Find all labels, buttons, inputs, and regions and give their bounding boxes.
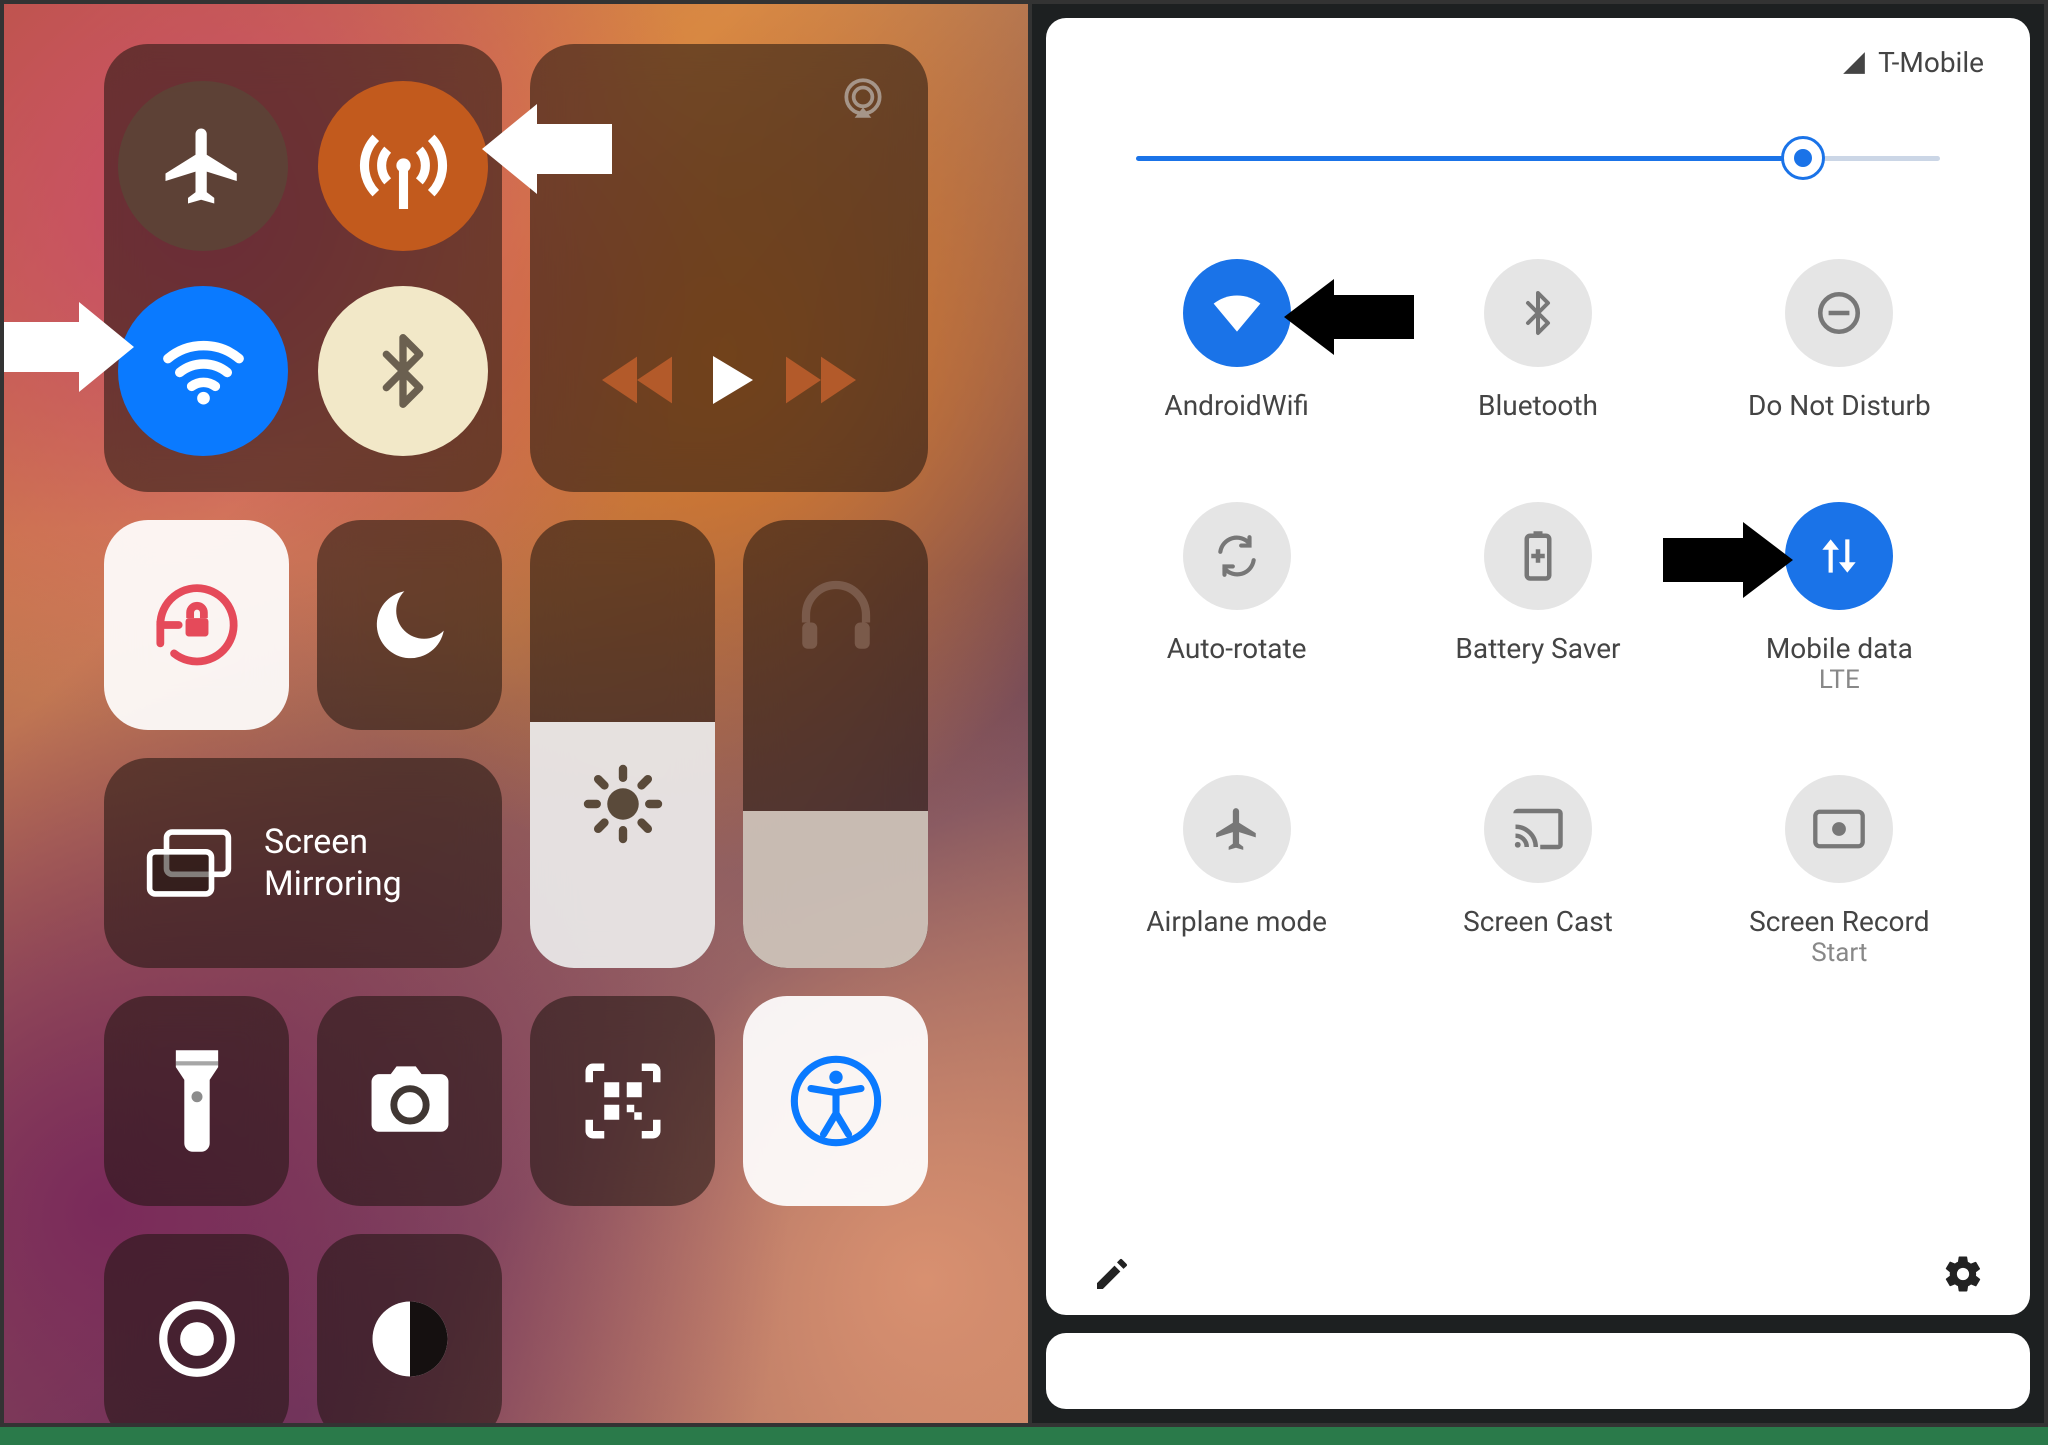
brightness-slider[interactable] <box>1136 139 1940 179</box>
wifi-icon <box>156 323 251 418</box>
qs-battery-saver[interactable]: Battery Saver <box>1455 502 1620 695</box>
screen-mirroring-label: Screen Mirroring <box>264 821 402 906</box>
qs-screenrecord[interactable]: Screen Record Start <box>1749 775 1929 968</box>
dark-mode-icon <box>365 1294 455 1384</box>
flashlight-icon <box>162 1046 232 1156</box>
play-icon <box>697 348 761 412</box>
flashlight-button[interactable] <box>104 996 289 1206</box>
headphones-icon <box>791 570 881 660</box>
do-not-disturb-toggle[interactable] <box>317 520 502 730</box>
screen-mirroring-button[interactable]: Screen Mirroring <box>104 758 502 968</box>
battery-icon <box>1519 529 1557 583</box>
connectivity-group <box>104 44 502 492</box>
mobile-data-icon <box>1814 531 1864 581</box>
camera-icon <box>360 1061 460 1141</box>
airplane-mode-toggle[interactable] <box>118 81 288 251</box>
cast-icon <box>1511 806 1565 852</box>
dnd-icon <box>1814 288 1864 338</box>
qr-code-icon <box>578 1056 668 1146</box>
qs-autorotate[interactable]: Auto-rotate <box>1167 502 1307 695</box>
orientation-lock-icon <box>142 570 252 680</box>
qr-scanner-button[interactable] <box>530 996 715 1206</box>
gear-icon <box>1942 1253 1984 1295</box>
annotation-arrow-wifi <box>1284 279 1414 355</box>
rewind-icon <box>602 355 672 405</box>
qs-airplane[interactable]: Airplane mode <box>1146 775 1327 968</box>
bluetooth-icon <box>363 331 443 411</box>
brightness-slider[interactable] <box>530 520 715 968</box>
bluetooth-icon <box>1514 289 1562 337</box>
media-controls <box>530 44 928 492</box>
rewind-button[interactable] <box>602 355 672 405</box>
qs-mobile-data[interactable]: Mobile data LTE <box>1766 502 1913 695</box>
carrier-label: T-Mobile <box>1878 46 1984 79</box>
airplane-icon <box>1212 804 1262 854</box>
quick-settings-grid: AndroidWifi Bluetooth <box>1086 259 1990 968</box>
wifi-toggle[interactable] <box>118 286 288 456</box>
cellular-toggle[interactable] <box>318 81 488 251</box>
record-icon <box>152 1294 242 1384</box>
autorotate-icon <box>1212 531 1262 581</box>
qs-dnd[interactable]: Do Not Disturb <box>1748 259 1931 422</box>
dark-mode-button[interactable] <box>317 1234 502 1427</box>
notification-bar-collapsed[interactable] <box>1046 1333 2030 1409</box>
brightness-icon <box>581 762 665 846</box>
bluetooth-toggle[interactable] <box>318 286 488 456</box>
screen-mirroring-icon <box>144 828 234 898</box>
airplay-icon[interactable] <box>838 74 888 124</box>
forward-button[interactable] <box>786 355 856 405</box>
moon-icon <box>365 580 455 670</box>
volume-slider[interactable] <box>743 520 928 968</box>
signal-icon <box>1840 50 1868 76</box>
airplane-icon <box>158 121 248 211</box>
play-button[interactable] <box>697 348 761 412</box>
screen-record-icon <box>1811 807 1867 851</box>
cellular-antenna-icon <box>356 118 451 213</box>
pencil-icon <box>1092 1254 1132 1294</box>
qs-wifi[interactable]: AndroidWifi <box>1164 259 1308 422</box>
camera-button[interactable] <box>317 996 502 1206</box>
settings-button[interactable] <box>1942 1253 1984 1295</box>
accessibility-button[interactable] <box>743 996 928 1206</box>
orientation-lock-toggle[interactable] <box>104 520 289 730</box>
accessibility-icon <box>786 1051 886 1151</box>
brightness-thumb[interactable] <box>1781 136 1825 180</box>
qs-screencast[interactable]: Screen Cast <box>1463 775 1613 968</box>
ios-control-center: Screen Mirroring <box>0 0 1032 1427</box>
android-quick-settings: T-Mobile AndroidWifi <box>1032 0 2048 1427</box>
qs-bluetooth[interactable]: Bluetooth <box>1478 259 1598 422</box>
forward-icon <box>786 355 856 405</box>
wifi-icon <box>1209 285 1265 341</box>
annotation-arrow-mobiledata <box>1663 522 1793 598</box>
edit-tiles-button[interactable] <box>1092 1254 1132 1294</box>
screen-record-button[interactable] <box>104 1234 289 1427</box>
status-bar: T-Mobile <box>1086 46 1990 79</box>
